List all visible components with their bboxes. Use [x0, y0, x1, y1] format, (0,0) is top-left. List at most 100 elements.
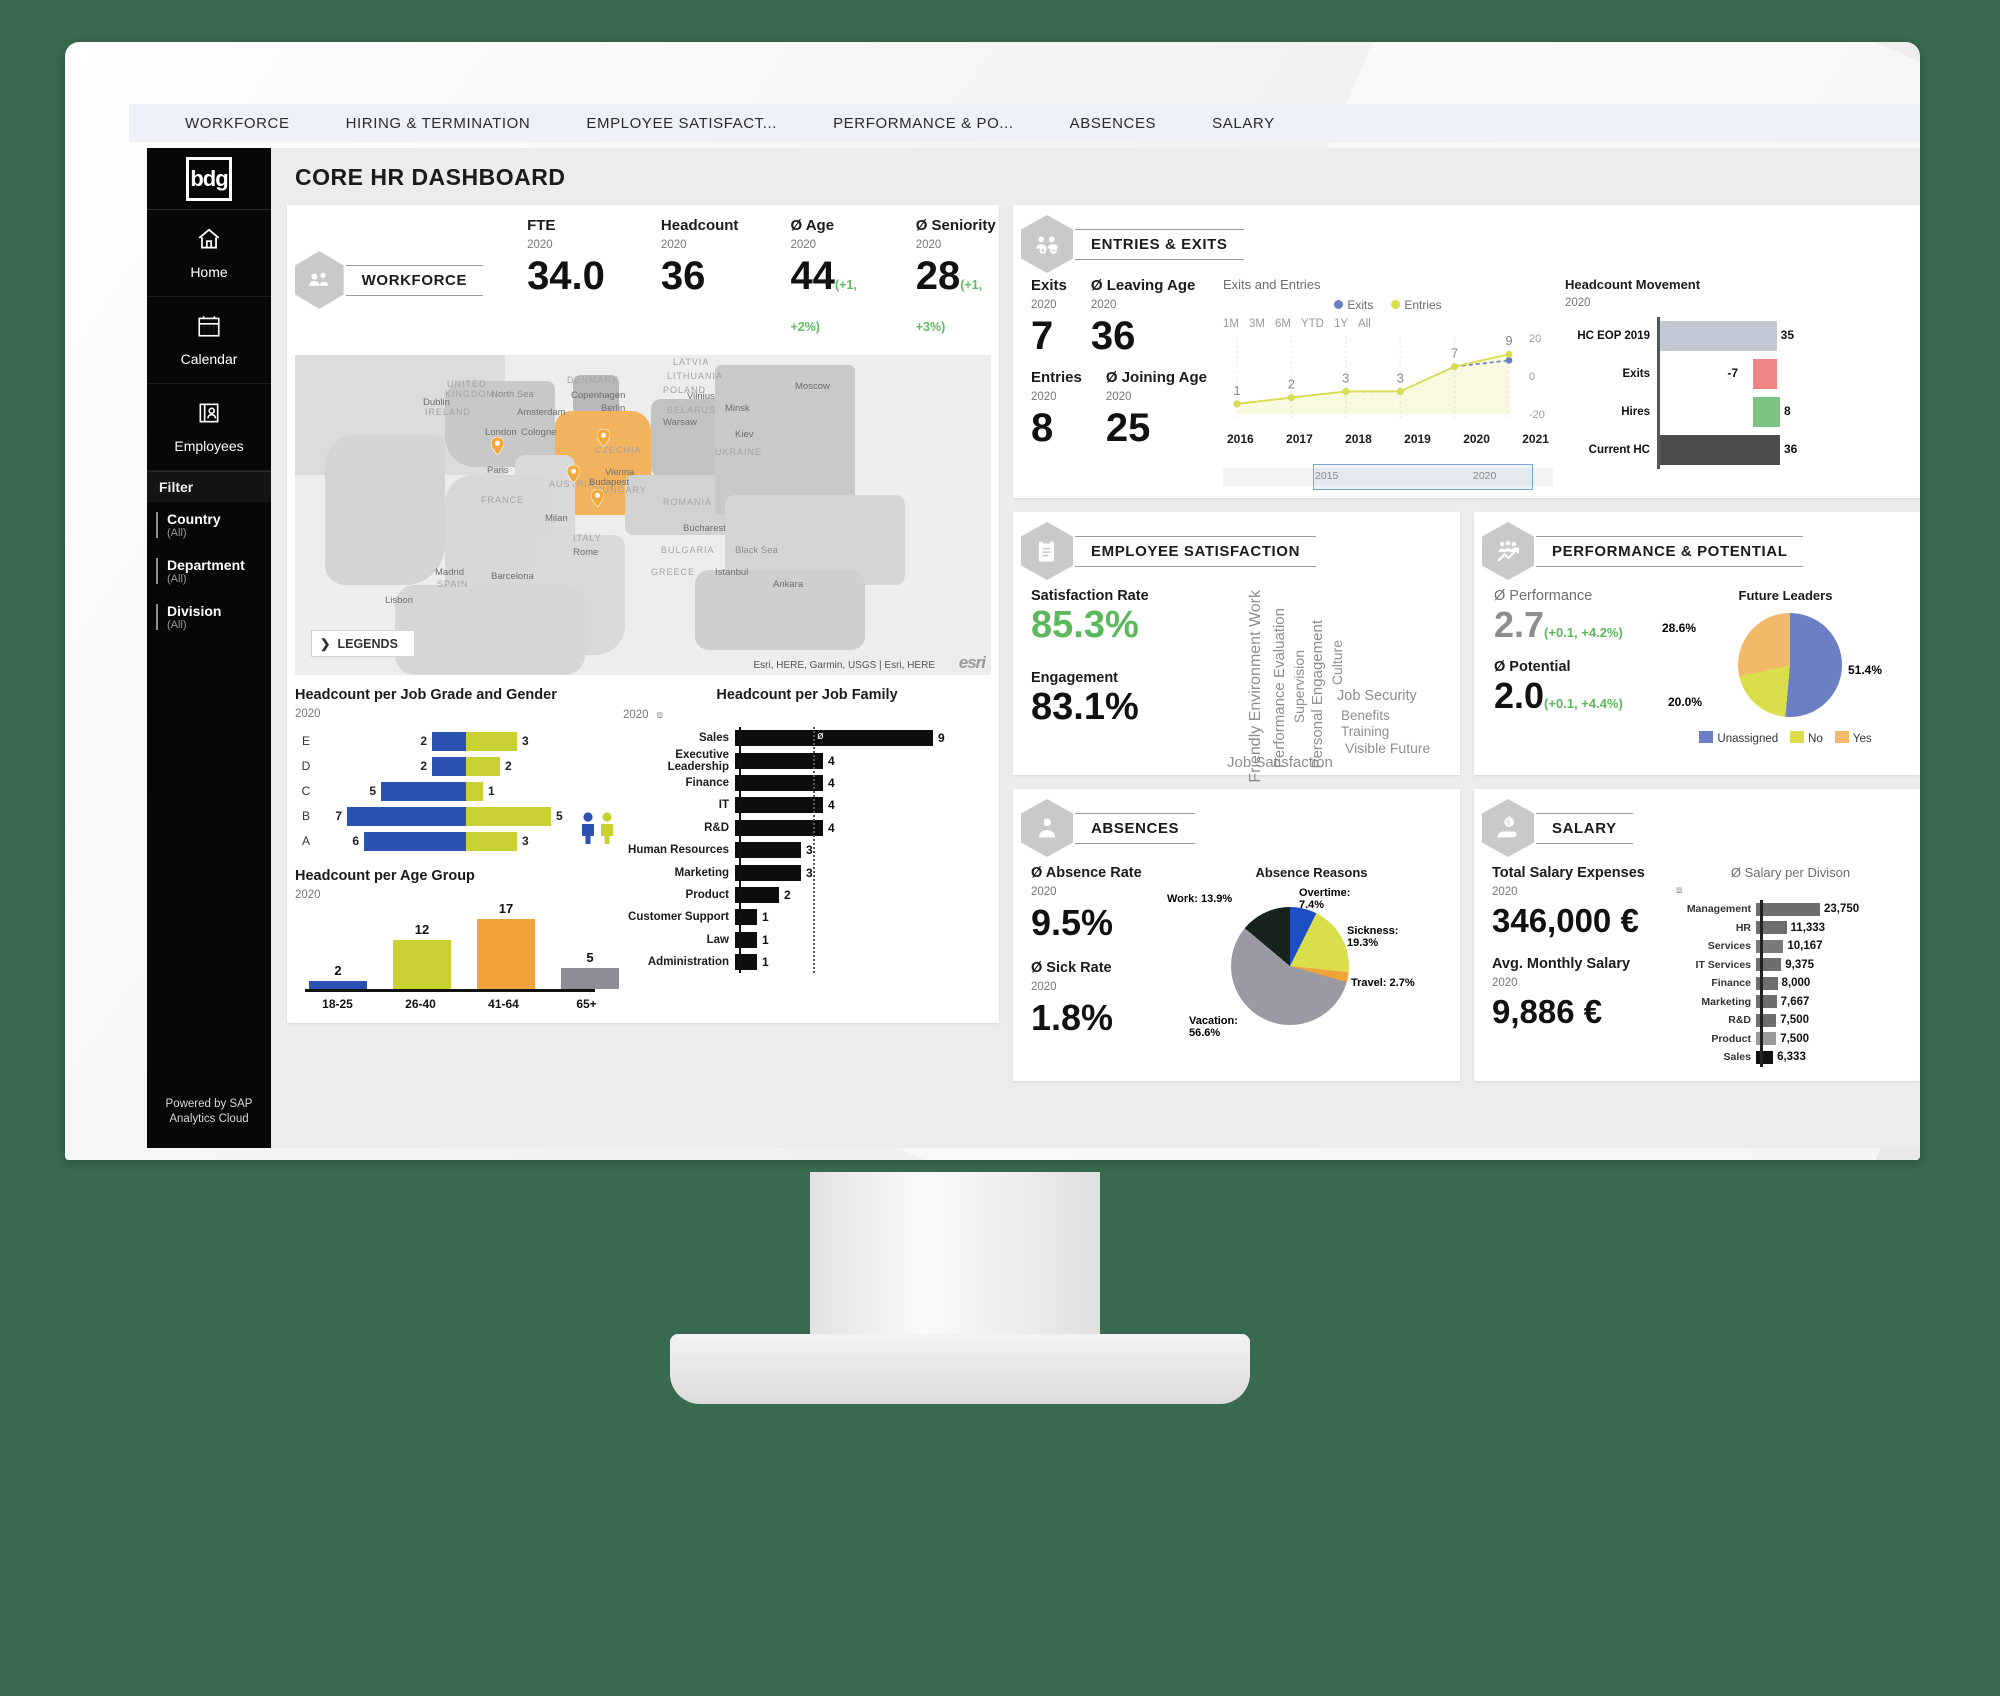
cloud-word: Personal Engagement [1309, 620, 1326, 769]
range-option-6m[interactable]: 6M [1275, 318, 1291, 330]
age-group-value: 5 [586, 950, 594, 966]
job-family-bar [735, 797, 823, 814]
salary-row: Sales 6,333 [1670, 1048, 1911, 1067]
filter-country[interactable]: Country (All) [147, 502, 271, 548]
drill-icon[interactable]: ⧈ [657, 710, 663, 721]
map-pin[interactable] [490, 436, 505, 456]
time-slider[interactable]: 2015 2020 [1223, 458, 1553, 490]
sidebar-item-employees[interactable]: Employees [147, 384, 271, 471]
legend-exits[interactable]: Exits [1334, 298, 1373, 312]
chart-year: 2020 [295, 889, 321, 901]
legend-item[interactable]: Yes [1834, 731, 1872, 745]
workforce-panel-header: WORKFORCE FTE 2020 34.0 Headcount 2020 3… [287, 205, 999, 349]
kpi-title: Entries [1031, 369, 1082, 386]
chart-absence-reasons: Absence Reasons Work: 13.9% Overtime: 7.… [1167, 865, 1450, 1039]
range-option-all[interactable]: All [1358, 318, 1371, 330]
x-tick: 2021 [1522, 432, 1549, 446]
age-group-label: 41-64 [488, 997, 519, 1011]
filter-division[interactable]: Division (All) [147, 594, 271, 640]
screen-content: WORKFORCE HIRING & TERMINATION EMPLOYEE … [129, 104, 1920, 1160]
engagement-value: 83.1% [1031, 685, 1139, 728]
grade-label: C [301, 784, 311, 798]
job-grade-row: B 7 5 [295, 805, 615, 827]
tab-salary[interactable]: SALARY [1184, 115, 1303, 132]
range-selector[interactable]: 1M 3M 6M YTD 1Y All [1223, 318, 1553, 330]
job-family-value: 9 [938, 731, 945, 746]
waterfall-bar [1660, 321, 1777, 351]
sidebar-item-calendar[interactable]: Calendar [147, 297, 271, 384]
performance-potential-panel: PERFORMANCE & POTENTIAL Ø Performance 2.… [1474, 512, 1920, 775]
tab-performance-potential[interactable]: PERFORMANCE & PO... [805, 115, 1042, 132]
job-family-value: 1 [762, 955, 769, 970]
kpi-exits: Exits 2020 7 [1031, 277, 1091, 357]
job-family-value: 4 [828, 753, 835, 768]
waterfall-label: Hires [1621, 406, 1650, 418]
waterfall-label: Current HC [1588, 444, 1650, 456]
range-option-1m[interactable]: 1M [1223, 318, 1239, 330]
division-value: 7,667 [1780, 995, 1810, 1008]
range-option-1y[interactable]: 1Y [1334, 318, 1348, 330]
calendar-icon [147, 313, 271, 344]
salary-label: SALARY [1536, 812, 1633, 844]
pie-label-vacation: Vacation: 56.6% [1189, 1015, 1238, 1039]
filter-department[interactable]: Department (All) [147, 548, 271, 594]
avg-potential-label: Ø Potential [1494, 659, 1571, 676]
map-pin[interactable] [566, 464, 581, 484]
map-pin[interactable] [590, 488, 605, 508]
avg-performance-value: 2.7(+0.1, +4.2%) [1494, 604, 1623, 645]
waterfall-value: -7 [1727, 366, 1738, 380]
legend-entries[interactable]: Entries [1391, 298, 1442, 312]
sidebar-item-home[interactable]: Home [147, 210, 271, 297]
range-option-ytd[interactable]: YTD [1301, 318, 1324, 330]
top-navigation[interactable]: WORKFORCE HIRING & TERMINATION EMPLOYEE … [129, 104, 1920, 142]
job-family-value: 4 [828, 798, 835, 813]
division-label: HR [1735, 921, 1751, 934]
division-label: IT Services [1695, 958, 1751, 971]
satisfaction-word-cloud: Friendly Environment Work Performance Ev… [1227, 588, 1450, 783]
chart-title-headcount-movement: Headcount Movement [1565, 277, 1701, 292]
workforce-panel: WORKFORCE FTE 2020 34.0 Headcount 2020 3… [287, 205, 999, 1023]
cloud-word: Culture [1329, 640, 1345, 686]
job-family-bar [735, 864, 801, 881]
division-label: Management [1686, 903, 1751, 916]
tab-absences[interactable]: ABSENCES [1042, 115, 1185, 132]
cloud-word: Job Satisfaction [1227, 754, 1333, 771]
monitor: WORKFORCE HIRING & TERMINATION EMPLOYEE … [10, 14, 1920, 1404]
kpi-year: 2020 [1105, 391, 1132, 403]
salary-row: Product 7,500 [1670, 1030, 1911, 1049]
salary-header: $ SALARY [1474, 789, 1920, 861]
svg-text:9: 9 [1505, 333, 1512, 348]
salary-row: Finance 8,000 [1670, 974, 1911, 993]
avg-performance-label: Ø Performance [1494, 588, 1593, 604]
svg-text:2: 2 [1288, 377, 1295, 392]
performance-icon [1482, 522, 1534, 580]
range-option-3m[interactable]: 3M [1249, 318, 1265, 330]
absence-reasons-pie [1231, 907, 1349, 1025]
monitor-stand-base [670, 1334, 1250, 1404]
job-family-bar [735, 752, 823, 769]
job-family-row: Sales 9 [623, 727, 991, 749]
average-marker: ø [817, 730, 824, 742]
chart-headcount-movement: Headcount Movement 2020 HC EOP 2019 35 Exi… [1553, 277, 1803, 488]
workforce-map[interactable]: North Sea DENMARK Copenhagen LITHUANIA V… [295, 355, 991, 675]
division-value: 11,333 [1790, 921, 1826, 934]
tab-employee-satisfaction[interactable]: EMPLOYEE SATISFACT... [558, 115, 805, 132]
job-family-value: 1 [762, 932, 769, 947]
age-group-bar [393, 939, 451, 989]
kpi-value: 25 [1105, 406, 1151, 450]
female-value: 2 [505, 759, 512, 773]
app-logo[interactable]: bdg [147, 148, 271, 210]
legend-item[interactable]: Unassigned [1699, 731, 1778, 745]
age-group-label: 26-40 [405, 997, 436, 1011]
kpi-year: 2020 [1090, 299, 1117, 311]
tab-workforce[interactable]: WORKFORCE [157, 115, 318, 132]
tab-hiring-termination[interactable]: HIRING & TERMINATION [318, 115, 559, 132]
job-family-bar [735, 774, 823, 791]
map-legends-toggle[interactable]: ❯ LEGENDS [311, 630, 415, 657]
cloud-word: Benefits [1341, 708, 1390, 723]
job-family-value: 2 [784, 887, 791, 902]
legend-item[interactable]: No [1790, 731, 1823, 745]
female-bar [466, 756, 500, 776]
drill-icon[interactable]: ⧈ [1676, 885, 1682, 896]
map-pin[interactable] [596, 428, 611, 448]
